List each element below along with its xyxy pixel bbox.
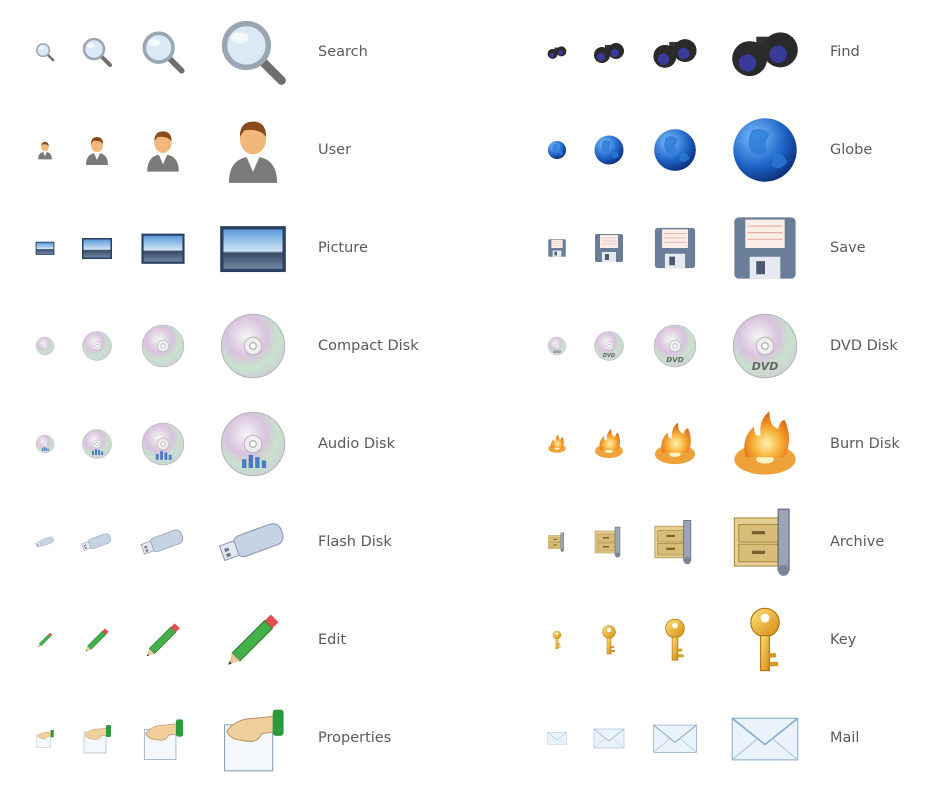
icon-label: Flash Disk: [318, 534, 392, 550]
icon-label: Edit: [318, 632, 347, 648]
audio-disk-icon: [123, 395, 203, 493]
icon-row-properties: Properties: [0, 689, 465, 787]
edit-pencil-icon: [123, 591, 203, 689]
audio-disk-icon: [213, 395, 293, 493]
icon-row-save: Save: [512, 199, 930, 297]
icon-label: Search: [318, 44, 368, 60]
mail-icon: [725, 689, 805, 787]
icon-row-key: Key: [512, 591, 930, 689]
icon-label: Properties: [318, 730, 392, 746]
icon-label: Picture: [318, 240, 368, 256]
edit-pencil-icon: [213, 591, 293, 689]
icon-row-mail: Mail: [512, 689, 930, 787]
icon-row-flash-disk: Flash Disk: [0, 493, 465, 591]
icon-label: User: [318, 142, 352, 158]
search-icon: [213, 3, 293, 101]
icon-row-find: Find: [512, 3, 930, 101]
mail-icon: [635, 689, 715, 787]
icon-label: Audio Disk: [318, 436, 395, 452]
icon-label: Mail: [830, 730, 860, 746]
dvd-disk-icon: [635, 297, 715, 395]
find-binoculars-icon: [635, 3, 715, 101]
icon-row-dvd-disk: DVD Disk: [512, 297, 930, 395]
key-icon: [635, 591, 715, 689]
picture-icon: [123, 199, 203, 297]
globe-icon: [725, 101, 805, 199]
find-binoculars-icon: [725, 3, 805, 101]
icon-row-edit: Edit: [0, 591, 465, 689]
globe-icon: [635, 101, 715, 199]
key-icon: [725, 591, 805, 689]
flash-disk-icon: [123, 493, 203, 591]
picture-icon: [213, 199, 293, 297]
flash-disk-icon: [213, 493, 293, 591]
save-floppy-icon: [725, 199, 805, 297]
user-icon: [213, 101, 293, 199]
archive-icon: [635, 493, 715, 591]
icon-label: Compact Disk: [318, 338, 419, 354]
properties-icon: [213, 689, 293, 787]
icon-row-picture: Picture: [0, 199, 465, 297]
icon-label: Save: [830, 240, 866, 256]
burn-disk-icon: [725, 395, 805, 493]
archive-icon: [725, 493, 805, 591]
icon-label: Globe: [830, 142, 873, 158]
icon-row-user: User: [0, 101, 465, 199]
icon-label: Key: [830, 632, 857, 648]
icon-row-compact-disk: Compact Disk: [0, 297, 465, 395]
icon-label: Archive: [830, 534, 885, 550]
compact-disk-icon: [123, 297, 203, 395]
icon-label: Find: [830, 44, 860, 60]
dvd-disk-icon: [725, 297, 805, 395]
icon-label: Burn Disk: [830, 436, 900, 452]
icon-row-globe: Globe: [512, 101, 930, 199]
properties-icon: [123, 689, 203, 787]
user-icon: [123, 101, 203, 199]
burn-disk-icon: [635, 395, 715, 493]
icon-row-audio-disk: Audio Disk: [0, 395, 465, 493]
icon-row-burn-disk: Burn Disk: [512, 395, 930, 493]
search-icon: [123, 3, 203, 101]
icon-row-archive: Archive: [512, 493, 930, 591]
compact-disk-icon: [213, 297, 293, 395]
save-floppy-icon: [635, 199, 715, 297]
icon-row-search: Search: [0, 3, 465, 101]
icon-label: DVD Disk: [830, 338, 898, 354]
